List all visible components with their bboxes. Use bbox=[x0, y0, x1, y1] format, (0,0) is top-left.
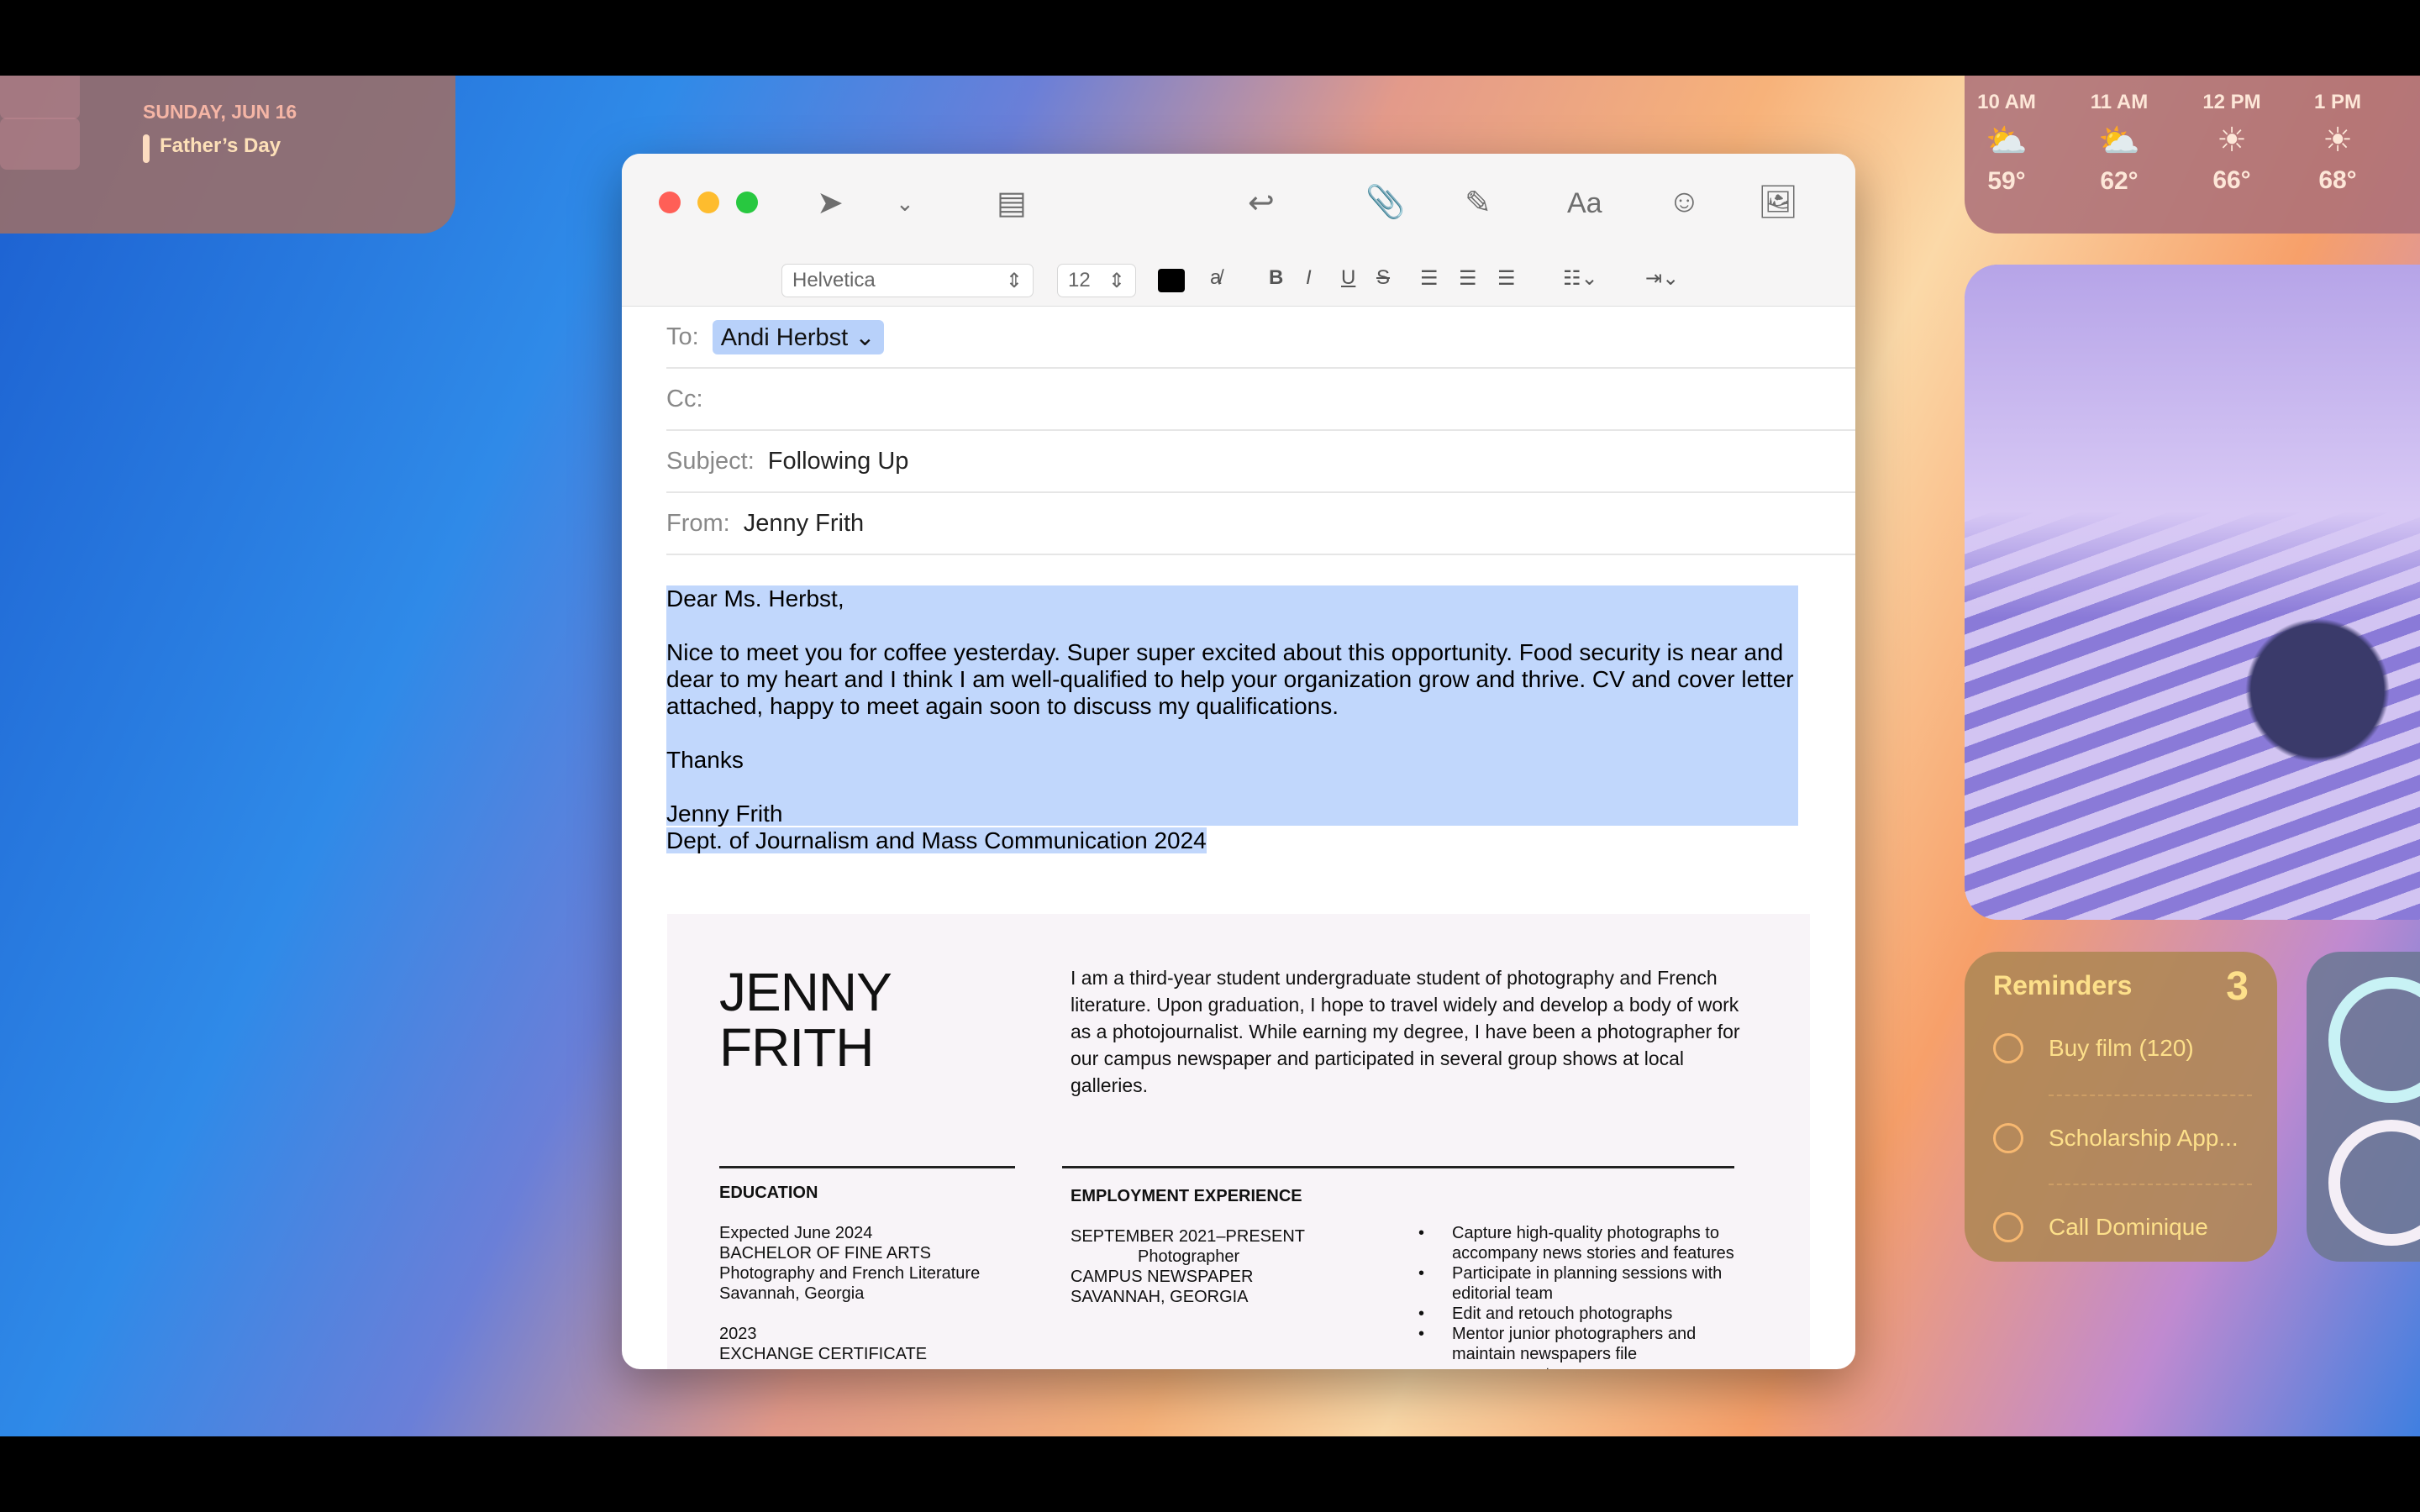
compose-window: ➤ ⌄ ▤ ↩ 📎 ✎ Aa ☺ 🖼 Helvetica ⇕ 12 ⇕ a̸ B I… bbox=[622, 154, 1855, 1369]
attachment-icon[interactable]: 📎 bbox=[1365, 184, 1405, 221]
indent-icon[interactable]: ⇥⌄ bbox=[1645, 266, 1679, 291]
reminders-title: Reminders bbox=[1993, 970, 2133, 1000]
calendar-block bbox=[0, 118, 80, 170]
calendar-widget[interactable]: SUNDAY, JUN 16 Father’s Day bbox=[0, 76, 455, 234]
strikethrough-button[interactable]: S bbox=[1376, 266, 1390, 290]
reminder-item[interactable]: Buy film (120) bbox=[1993, 1032, 2194, 1065]
chevron-down-icon[interactable]: ⌄ bbox=[896, 191, 914, 217]
bold-button[interactable]: B bbox=[1269, 266, 1283, 290]
employment-heading: EMPLOYMENT EXPERIENCE bbox=[1071, 1187, 1302, 1205]
minimize-button[interactable] bbox=[697, 192, 719, 213]
from-field[interactable]: From: Jenny Frith bbox=[666, 493, 1855, 555]
batteries-widget[interactable] bbox=[2307, 952, 2420, 1262]
subject-field[interactable]: Subject: Following Up bbox=[666, 431, 1855, 493]
close-button[interactable] bbox=[659, 192, 681, 213]
sun-icon: ☀ bbox=[2323, 122, 2353, 159]
markup-icon[interactable]: ✎ bbox=[1465, 184, 1491, 222]
weather-widget[interactable]: 10 AM ⛅ 59° 11 AM ⛅ 62° 12 PM ☀ 66° 1 PM ☀ 68° bbox=[1965, 76, 2420, 234]
emoji-icon[interactable]: ☺ bbox=[1668, 184, 1701, 220]
align-right-icon[interactable]: ☰ bbox=[1497, 266, 1516, 291]
recipient-token[interactable]: Andi Herbst ⌄ bbox=[712, 319, 884, 354]
send-icon[interactable]: ➤ bbox=[817, 184, 844, 222]
photo-widget[interactable] bbox=[1965, 265, 2420, 920]
background-color-button[interactable]: a̸ bbox=[1210, 266, 1221, 290]
partly-cloudy-icon: ⛅ bbox=[1986, 123, 2028, 160]
underline-button[interactable]: U bbox=[1341, 266, 1355, 290]
align-left-icon[interactable]: ☰ bbox=[1420, 266, 1439, 291]
font-select[interactable]: Helvetica ⇕ bbox=[781, 264, 1034, 297]
header-fields-icon[interactable]: ▤ bbox=[997, 184, 1027, 222]
toolbar: ➤ ⌄ ▤ ↩ 📎 ✎ Aa ☺ 🖼 bbox=[622, 154, 1855, 256]
laptop-icon bbox=[2328, 977, 2420, 1103]
align-center-icon[interactable]: ☰ bbox=[1459, 266, 1477, 291]
resume-attachment[interactable]: JENNY FRITH I am a third-year student und… bbox=[667, 914, 1810, 1369]
text-color-button[interactable] bbox=[1158, 269, 1185, 292]
checkbox-circle-icon bbox=[1993, 1123, 2023, 1153]
resume-name: JENNY FRITH bbox=[719, 962, 892, 1078]
message-body[interactable]: Dear Ms. Herbst, Nice to meet you for co… bbox=[666, 585, 1804, 854]
calendar-date: SUNDAY, JUN 16 bbox=[143, 101, 297, 123]
calendar-block bbox=[0, 76, 80, 119]
employment-entry: SEPTEMBER 2021–PRESENT Photographer CAMPUS… bbox=[1071, 1227, 1305, 1306]
weather-hour: 1 PM ☀ 68° bbox=[2296, 91, 2380, 195]
font-size-select[interactable]: 12 ⇕ bbox=[1057, 264, 1136, 297]
list-icon[interactable]: ☷⌄ bbox=[1563, 266, 1598, 291]
weather-hour: 12 PM ☀ 66° bbox=[2190, 91, 2274, 195]
weather-hour: 10 AM ⛅ 59° bbox=[1965, 91, 2049, 196]
sun-icon: ☀ bbox=[2217, 122, 2247, 159]
education-heading: EDUCATION bbox=[719, 1184, 818, 1202]
education-entry: Expected June 2024 BACHELOR OF FINE ARTS P… bbox=[719, 1224, 981, 1363]
weather-hour: 11 AM ⛅ 62° bbox=[2077, 91, 2161, 196]
to-field[interactable]: To: Andi Herbst ⌄ bbox=[666, 307, 1855, 369]
event-bar bbox=[143, 134, 150, 163]
duties-list: Capture high-quality photographs to acco… bbox=[1418, 1223, 1738, 1369]
resume-bio: I am a third-year student undergraduate … bbox=[1071, 967, 1740, 1096]
reminder-item[interactable]: Scholarship App... bbox=[1993, 1121, 2238, 1155]
checkbox-circle-icon bbox=[1993, 1033, 2023, 1063]
photo-browser-icon[interactable]: 🖼 bbox=[1758, 184, 1798, 221]
reminders-count: 3 bbox=[2226, 964, 2249, 1009]
cc-field[interactable]: Cc: bbox=[666, 369, 1855, 431]
italic-button[interactable]: I bbox=[1306, 266, 1312, 290]
partly-cloudy-icon: ⛅ bbox=[2098, 123, 2140, 160]
reply-icon[interactable]: ↩ bbox=[1248, 184, 1275, 222]
calendar-event: Father’s Day bbox=[160, 134, 281, 157]
format-icon[interactable]: Aa bbox=[1567, 187, 1602, 220]
format-bar: Helvetica ⇕ 12 ⇕ a̸ B I U S ☰ ☰ ☰ ☷⌄ ⇥⌄ bbox=[622, 256, 1855, 307]
zoom-button[interactable] bbox=[736, 192, 758, 213]
reminders-widget[interactable]: Reminders 3 Buy film (120) Scholarship A… bbox=[1965, 952, 2277, 1262]
checkbox-circle-icon bbox=[1993, 1212, 2023, 1242]
reminder-item[interactable]: Call Dominique bbox=[1993, 1210, 2208, 1244]
mouse-icon bbox=[2328, 1120, 2420, 1246]
